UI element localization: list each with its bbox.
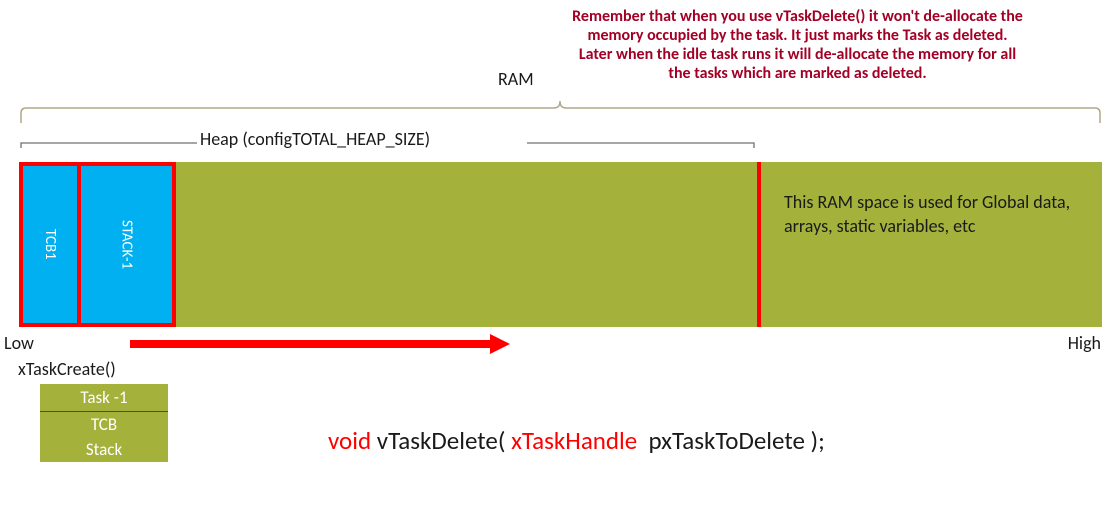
task-box-tcb: TCB	[40, 412, 168, 437]
global-data-section: This RAM space is used for Global data, …	[759, 162, 1102, 327]
ram-label: RAM	[498, 68, 534, 90]
function-name: vTaskDelete(	[371, 425, 511, 456]
task-box: Task -1 TCB Stack	[40, 384, 168, 462]
xtaskcreate-label: xTaskCreate()	[18, 358, 116, 380]
heap-section: TCB1 STACK-1	[19, 162, 759, 327]
low-address-label: Low	[4, 332, 34, 354]
heap-label: Heap (configTOTAL_HEAP_SIZE)	[200, 128, 430, 150]
ram-memory-bar: TCB1 STACK-1 This RAM space is used for …	[19, 162, 1102, 327]
stack-block: STACK-1	[81, 162, 176, 327]
growth-arrow-icon	[130, 332, 510, 356]
type-name: xTaskHandle	[511, 425, 637, 456]
ram-bracket-icon	[19, 98, 1102, 123]
task-box-title: Task -1	[40, 384, 168, 412]
code-signature: void vTaskDelete( xTaskHandle pxTaskToDe…	[328, 425, 825, 456]
high-address-label: High	[1068, 332, 1101, 354]
tcb-block: TCB1	[19, 162, 81, 327]
param-name: pxTaskToDelete );	[637, 425, 825, 456]
heap-divider	[757, 162, 761, 327]
keyword-void: void	[328, 425, 371, 456]
warning-text: Remember that when you use vTaskDelete()…	[570, 8, 1025, 84]
task-box-stack: Stack	[40, 437, 168, 462]
